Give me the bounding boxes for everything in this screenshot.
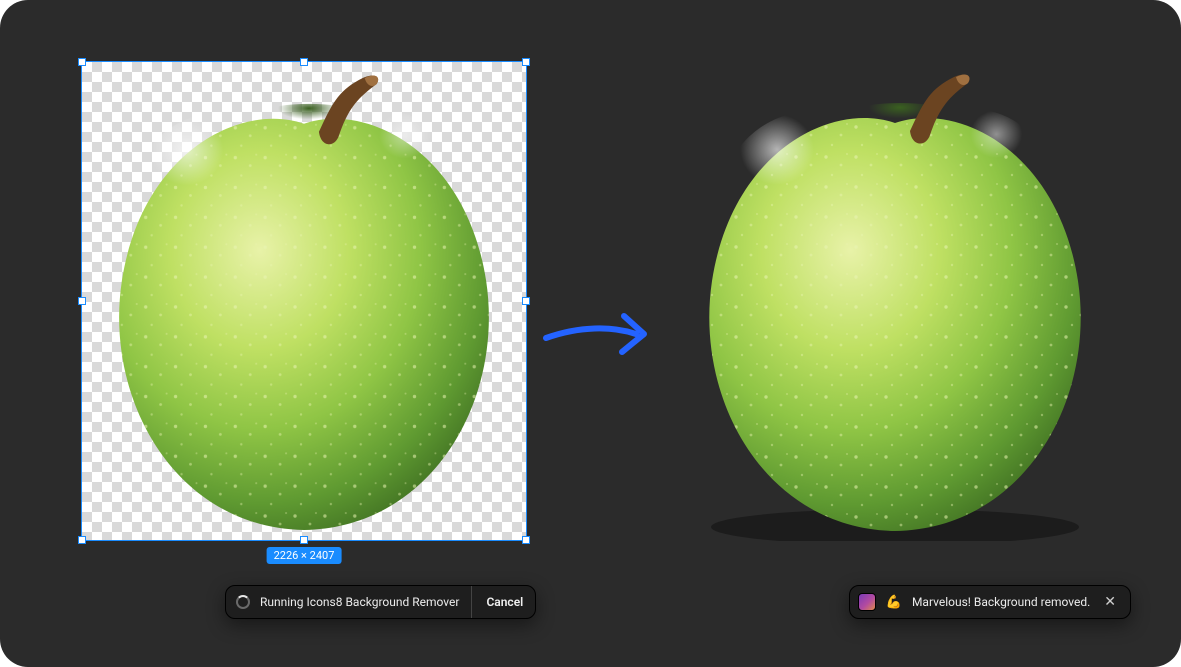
- source-apple-image: [82, 62, 526, 540]
- toast-close-button[interactable]: ✕: [1100, 595, 1120, 609]
- selection-handle-top-right[interactable]: [522, 58, 530, 66]
- result-image: [665, 61, 1125, 541]
- arrow-right-icon: [540, 302, 650, 364]
- success-toast: 💪 Marvelous! Background removed. ✕: [849, 585, 1131, 619]
- cancel-button[interactable]: Cancel: [484, 593, 525, 611]
- selection-handle-bottom-left[interactable]: [78, 536, 86, 544]
- selection-handle-top-left[interactable]: [78, 58, 86, 66]
- divider: [471, 586, 472, 618]
- flex-emoji-icon: 💪: [886, 595, 902, 610]
- toast-message: Marvelous! Background removed.: [912, 595, 1090, 609]
- selection-handle-bottom-middle[interactable]: [300, 536, 308, 544]
- selection-handle-middle-left[interactable]: [78, 297, 86, 305]
- source-image-selection[interactable]: 2226 × 2407: [81, 61, 527, 541]
- editor-stage: 2226 × 2407 Running Icons8 Background Re…: [0, 0, 1181, 667]
- plugin-status-bar: Running Icons8 Background Remover Cancel: [225, 585, 536, 619]
- selection-dimensions-badge: 2226 × 2407: [267, 547, 342, 564]
- plugin-avatar-icon: [858, 593, 876, 611]
- selection-handle-bottom-right[interactable]: [522, 536, 530, 544]
- selection-handle-top-middle[interactable]: [300, 58, 308, 66]
- plugin-status-text: Running Icons8 Background Remover: [260, 595, 459, 609]
- result-apple-image: [665, 61, 1125, 541]
- loading-spinner-icon: [236, 595, 250, 609]
- selection-handle-middle-right[interactable]: [522, 297, 530, 305]
